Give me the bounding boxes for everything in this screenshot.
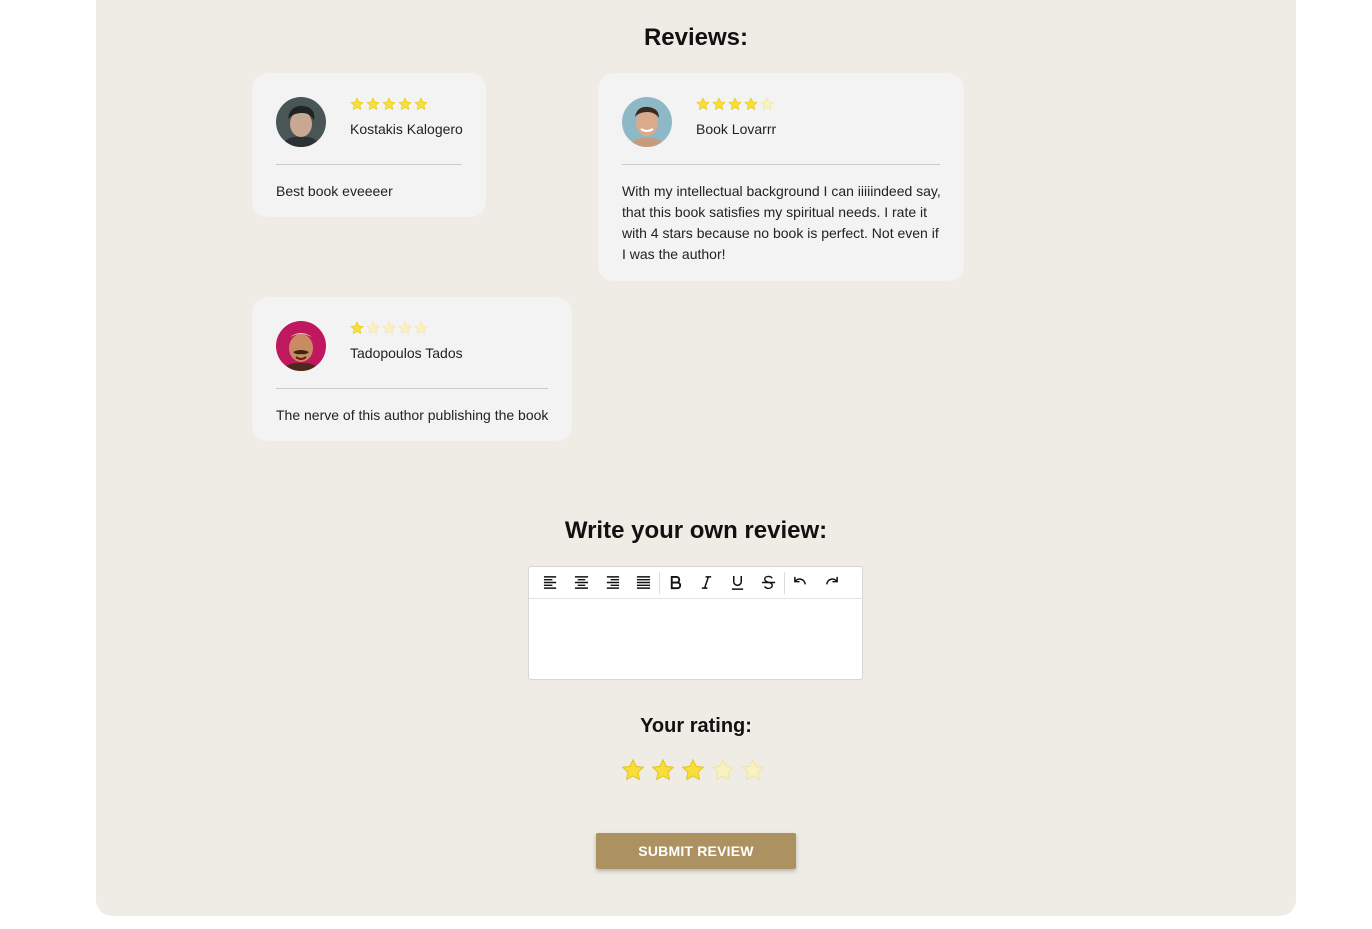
review-card: Book Lovarrr With my intellectual backgr… [598, 73, 964, 281]
avatar [276, 321, 326, 371]
review-text: The nerve of this author publishing the … [276, 407, 549, 423]
rating-star-empty-icon[interactable] [711, 758, 735, 782]
review-text-area[interactable] [529, 600, 862, 679]
review-text: Best book eveeeer [276, 183, 393, 199]
star-filled-icon [382, 97, 396, 111]
reviews-heading: Reviews: [643, 24, 749, 51]
rating-star-filled-icon[interactable] [621, 758, 645, 782]
review-editor [528, 566, 863, 680]
rating-star-filled-icon[interactable] [681, 758, 705, 782]
review-card: Tadopoulos Tados The nerve of this autho… [252, 297, 572, 441]
reviewer-name: Tadopoulos Tados [350, 345, 463, 361]
star-filled-icon [350, 321, 364, 335]
rating-stars [350, 321, 428, 335]
star-filled-icon [414, 97, 428, 111]
star-filled-icon [712, 97, 726, 111]
star-filled-icon [728, 97, 742, 111]
review-card: Kostakis Kalogero Best book eveeeer [252, 73, 486, 217]
avatar [276, 97, 326, 147]
align-justify-icon[interactable] [628, 569, 659, 597]
star-empty-icon [366, 321, 380, 335]
your-rating-heading: Your rating: [640, 715, 752, 737]
align-center-icon[interactable] [566, 569, 597, 597]
rating-input [621, 758, 765, 782]
divider [276, 164, 462, 165]
star-filled-icon [398, 97, 412, 111]
bold-icon[interactable] [660, 569, 691, 597]
reviewer-name: Kostakis Kalogero [350, 121, 463, 137]
star-empty-icon [414, 321, 428, 335]
italic-icon[interactable] [691, 569, 722, 597]
editor-toolbar [529, 567, 862, 599]
star-filled-icon [366, 97, 380, 111]
strikethrough-icon[interactable] [753, 569, 784, 597]
rating-stars [350, 97, 428, 111]
rating-star-empty-icon[interactable] [741, 758, 765, 782]
redo-icon[interactable] [816, 569, 847, 597]
star-filled-icon [744, 97, 758, 111]
write-review-heading: Write your own review: [564, 517, 828, 544]
star-empty-icon [398, 321, 412, 335]
reviews-panel: Reviews: Kostakis Kalogero Best book eve… [96, 0, 1296, 916]
star-empty-icon [760, 97, 774, 111]
rating-stars [696, 97, 774, 111]
underline-icon[interactable] [722, 569, 753, 597]
star-empty-icon [382, 321, 396, 335]
undo-icon[interactable] [785, 569, 816, 597]
divider [276, 388, 548, 389]
divider [622, 164, 940, 165]
star-filled-icon [696, 97, 710, 111]
reviewer-name: Book Lovarrr [696, 121, 777, 137]
align-right-icon[interactable] [597, 569, 628, 597]
avatar [622, 97, 672, 147]
align-left-icon[interactable] [535, 569, 566, 597]
star-filled-icon [350, 97, 364, 111]
submit-review-button[interactable]: SUBMIT REVIEW [596, 833, 796, 869]
review-text: With my intellectual background I can ii… [622, 183, 941, 262]
rating-star-filled-icon[interactable] [651, 758, 675, 782]
